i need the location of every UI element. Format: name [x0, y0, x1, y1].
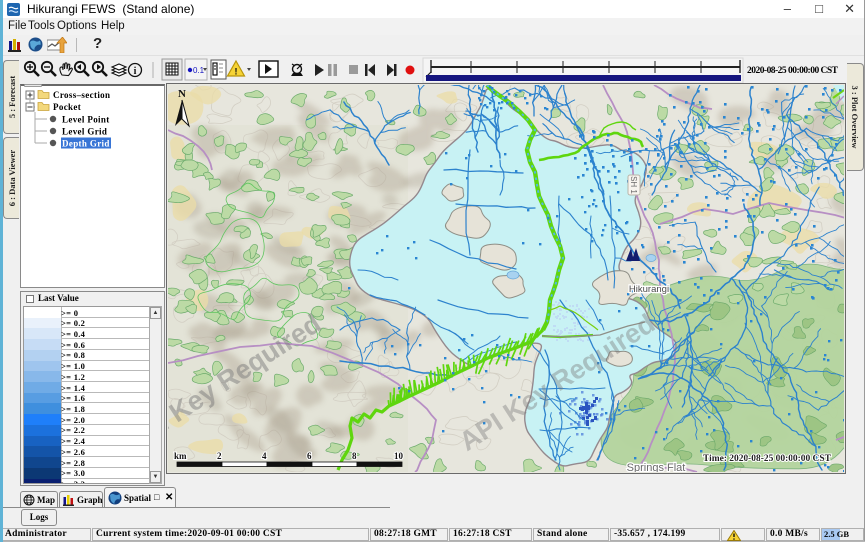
- svg-text:Time: 2020-08-25 00:00:00 CST: Time: 2020-08-25 00:00:00 CST: [703, 454, 832, 464]
- svg-text:km: km: [174, 451, 187, 461]
- svg-text:2: 2: [217, 451, 222, 461]
- svg-text:N: N: [178, 88, 186, 100]
- svg-text:i: i: [134, 66, 137, 77]
- svg-text:2020-08-25 00:00:00 CST: 2020-08-25 00:00:00 CST: [747, 66, 839, 76]
- svg-text:Level Grid: Level Grid: [62, 127, 107, 137]
- svg-text:SH 1: SH 1: [629, 176, 638, 194]
- svg-text:!: !: [235, 67, 238, 77]
- svg-text:0.1: 0.1: [193, 66, 205, 75]
- svg-text:Pocket: Pocket: [53, 102, 81, 112]
- svg-text:6: 6: [307, 451, 312, 461]
- svg-text:Cross–section: Cross–section: [53, 90, 110, 100]
- svg-text:Depth Grid: Depth Grid: [62, 139, 110, 149]
- svg-text:4: 4: [262, 451, 267, 461]
- svg-text:10: 10: [394, 451, 404, 461]
- svg-text:8: 8: [352, 451, 357, 461]
- svg-text:Springs Flat: Springs Flat: [627, 462, 686, 472]
- svg-text:Level Point: Level Point: [62, 115, 110, 125]
- svg-text:Hikurangi: Hikurangi: [629, 284, 669, 295]
